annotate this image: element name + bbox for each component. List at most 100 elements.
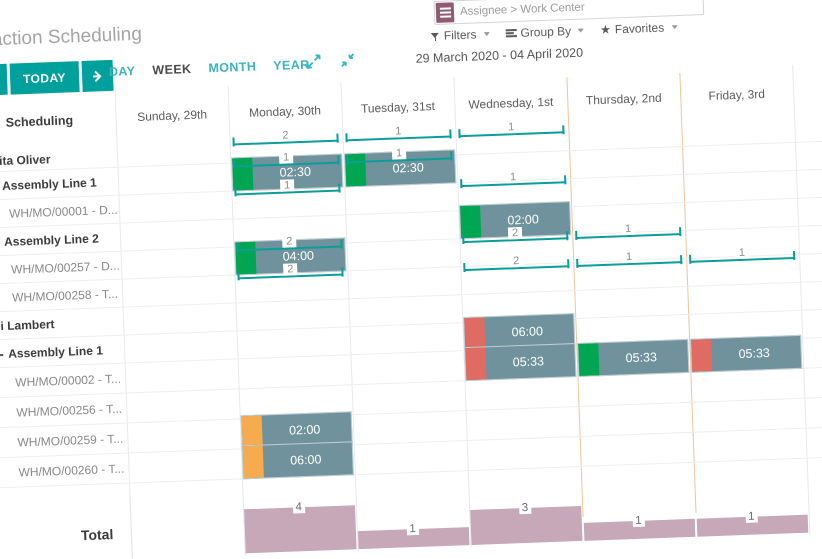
favorites-label: Favorites <box>614 20 665 37</box>
prev-period-button[interactable] <box>0 63 8 96</box>
bracket-count: 2 <box>283 263 298 276</box>
row-label-sub[interactable]: Assembly Line 1 <box>0 175 97 193</box>
pill-state-swatch <box>464 317 486 351</box>
pill-state-swatch <box>241 415 263 449</box>
row-label-text: Assembly Line 2 <box>3 231 100 249</box>
total-divider <box>129 495 133 558</box>
filters-button[interactable]: Filters <box>431 27 490 43</box>
pill-state-swatch <box>242 445 264 479</box>
bracket-count: 1 <box>621 250 637 264</box>
row-label-text: Assembly Line 1 <box>1 175 97 193</box>
search-facet: Assignee > Work Center <box>459 1 585 19</box>
group-count-bracket: 1 <box>234 179 341 198</box>
bracket-left-cap <box>576 258 579 268</box>
row-label-leaf: WH/MO/00260 - T... <box>18 462 124 480</box>
group-by-button[interactable]: Group By <box>505 24 585 41</box>
today-button[interactable]: TODAY <box>9 61 80 95</box>
row-label-text: WH/MO/00259 - T... <box>17 431 124 450</box>
bracket-right-cap <box>679 227 682 237</box>
bracket-count: 2 <box>278 129 293 142</box>
group-count-bracket: 1 <box>458 121 565 139</box>
gantt-pill[interactable]: 05:33 <box>464 343 577 382</box>
total-bar-value: 1 <box>744 509 758 523</box>
bracket-left-cap <box>233 159 236 169</box>
column-header: Wednesday, 1st <box>468 94 554 112</box>
pill-duration-label: 06:00 <box>289 452 322 468</box>
bracket-count: 2 <box>507 226 523 240</box>
lines-icon <box>505 29 517 38</box>
scale-day[interactable]: DAY <box>109 64 136 79</box>
total-bar-value: 1 <box>406 522 420 535</box>
row-label-leaf: WH/MO/00259 - T... <box>17 432 123 450</box>
pill-duration-label: 02:00 <box>507 212 540 228</box>
bracket-left-cap <box>463 263 466 273</box>
bracket-count: 1 <box>620 222 636 236</box>
row-label-text: Assembly Line 1 <box>7 343 104 361</box>
row-label-group[interactable]: Anita Oliver <box>0 152 51 169</box>
grid-column-divider <box>114 89 133 559</box>
group-count-bracket: 1 <box>345 125 452 143</box>
row-label-leaf: WH/MO/00257 - D... <box>11 259 120 277</box>
grid-column-divider <box>227 85 246 556</box>
group-count-bracket: 1 <box>575 222 682 241</box>
bracket-right-cap <box>566 231 569 241</box>
star-icon: ★ <box>599 22 612 37</box>
row-label-group[interactable]: Eli Lambert <box>0 317 55 334</box>
bracket-left-cap <box>234 187 237 197</box>
grid-column-divider <box>679 73 697 513</box>
bracket-left-cap <box>236 243 239 253</box>
collapse-rows-icon[interactable] <box>339 52 356 69</box>
gantt-grid: Scheduling Sunday, 29th Monday, 30th Tuesd… <box>0 63 822 559</box>
column-header: Tuesday, 31st <box>360 99 436 116</box>
bracket-right-cap <box>336 133 339 143</box>
bracket-left-cap <box>346 155 349 165</box>
gantt-canvas: Assignee > Work Center Filters Group By … <box>0 0 822 559</box>
scale-month[interactable]: MONTH <box>208 60 256 76</box>
row-header-label: Scheduling <box>5 113 74 130</box>
grid-column-divider <box>566 77 584 517</box>
favorites-button[interactable]: ★ Favorites <box>600 20 678 37</box>
collapse-minus-icon[interactable] <box>0 354 4 356</box>
row-label-text: WH/MO/00256 - T... <box>16 401 123 420</box>
bracket-right-cap <box>450 151 453 161</box>
group-count-bracket: 1 <box>460 170 567 189</box>
bracket-count: 1 <box>278 151 294 164</box>
bracket-left-cap <box>458 129 461 139</box>
total-bar-value: 4 <box>292 501 306 514</box>
row-label-sub[interactable]: Assembly Line 1 <box>0 343 103 361</box>
bracket-right-cap <box>564 175 567 185</box>
gantt-pill[interactable]: 05:33 <box>690 334 803 373</box>
expand-rows-icon[interactable] <box>305 53 322 70</box>
pill-state-swatch <box>465 347 487 381</box>
bracket-right-cap <box>567 259 570 269</box>
bracket-count: 1 <box>503 121 519 134</box>
row-label-text: Eli Lambert <box>0 317 55 334</box>
group-count-bracket: 2 <box>232 129 339 148</box>
row-label-sub[interactable]: Assembly Line 2 <box>0 231 99 249</box>
arrow-right-icon <box>93 70 102 82</box>
scale-switcher: DAY WEEK MONTH YEAR <box>109 58 310 79</box>
row-divider <box>0 195 822 230</box>
row-divider <box>0 395 822 430</box>
gantt-pill[interactable]: 05:33 <box>577 338 690 377</box>
row-label-text: WH/MO/00002 - T... <box>15 371 122 390</box>
column-header: Monday, 30th <box>248 103 322 120</box>
total-label: Total <box>80 526 114 544</box>
bracket-count: 1 <box>279 179 295 192</box>
row-label-text: WH/MO/00258 - T... <box>11 286 119 305</box>
grid-column-divider <box>453 77 472 548</box>
bracket-left-cap <box>237 271 240 281</box>
pill-state-swatch <box>578 343 600 376</box>
row-label-text: WH/MO/00260 - T... <box>18 461 125 480</box>
total-bar-value: 3 <box>518 501 532 514</box>
bracket-right-cap <box>562 125 565 135</box>
bracket-left-cap <box>575 230 578 240</box>
pill-duration-label: 05:33 <box>625 350 658 366</box>
column-header: Sunday, 29th <box>136 107 208 124</box>
funnel-icon <box>431 31 440 40</box>
period-label: 29 March 2020 - 04 April 2020 <box>415 45 584 66</box>
gantt-pill[interactable]: 06:00 <box>241 441 354 480</box>
row-label-text: WH/MO/00001 - D... <box>8 202 118 221</box>
scale-week[interactable]: WEEK <box>152 62 192 77</box>
scale-year[interactable]: YEAR <box>273 58 310 73</box>
